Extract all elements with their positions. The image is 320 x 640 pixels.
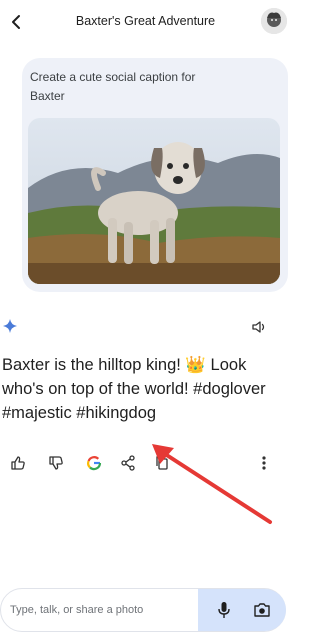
- mic-button[interactable]: [214, 600, 234, 620]
- page-title: Baxter's Great Adventure: [75, 14, 216, 28]
- input-actions: [198, 589, 286, 631]
- share-button[interactable]: [118, 453, 138, 473]
- share-icon: [121, 455, 135, 471]
- back-button[interactable]: [4, 8, 28, 36]
- dog-photo-image: [28, 118, 280, 284]
- google-search-icon: [87, 456, 102, 471]
- prompt-input[interactable]: [8, 599, 192, 621]
- prompt-text: Create a cute social caption for Baxter: [30, 70, 196, 103]
- response-text: Baxter is the hilltop king! 👑 Look who's…: [2, 356, 266, 422]
- sparkle-icon: [2, 318, 18, 334]
- thumbs-up-button[interactable]: [8, 453, 28, 473]
- back-arrow-icon: [12, 15, 20, 29]
- speaker-icon[interactable]: [252, 320, 268, 334]
- avatar-image: [261, 8, 287, 34]
- thumbs-down-icon: [49, 456, 63, 470]
- dog-photo[interactable]: [28, 118, 280, 284]
- camera-button[interactable]: [252, 600, 272, 620]
- camera-icon: [254, 603, 270, 617]
- mic-icon: [218, 602, 230, 618]
- google-search-button[interactable]: [84, 453, 104, 473]
- thumbs-down-button[interactable]: [46, 453, 66, 473]
- annotation-arrow-icon: [152, 444, 272, 524]
- thumbs-up-icon: [11, 456, 25, 470]
- avatar[interactable]: [261, 8, 287, 34]
